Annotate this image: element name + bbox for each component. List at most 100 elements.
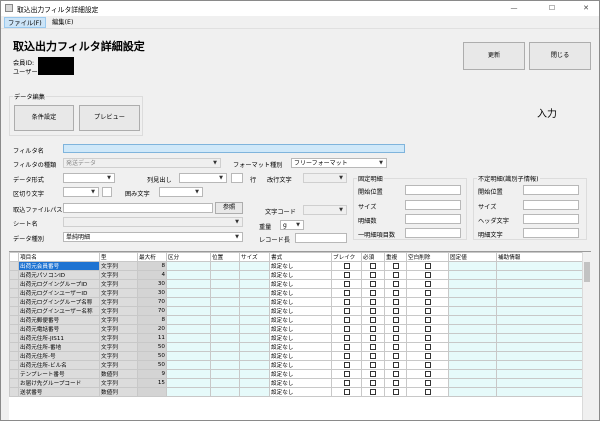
cell-fixed-value[interactable] (448, 387, 497, 397)
cell-position[interactable] (210, 369, 240, 379)
cell-position[interactable] (210, 315, 240, 325)
table-row[interactable]: 出荷元住所-JIS11 文字列 11 設定なし (9, 333, 584, 343)
checkbox[interactable] (370, 307, 376, 314)
cell-break[interactable] (331, 351, 362, 361)
cell-required[interactable] (361, 261, 385, 271)
cell-trim[interactable] (406, 297, 449, 307)
cell-type[interactable]: 文字列 (99, 297, 138, 307)
cell-position[interactable] (210, 279, 240, 289)
minimize-button[interactable]: — (503, 3, 525, 14)
cell-trim[interactable] (406, 279, 449, 289)
data-kind-select[interactable]: 単純明細 ▼ (63, 232, 243, 242)
cell-trim[interactable] (406, 324, 449, 334)
cell-trim[interactable] (406, 333, 449, 343)
checkbox[interactable] (424, 325, 431, 332)
checkbox[interactable] (424, 379, 431, 386)
char-code-select[interactable]: ▼ (303, 205, 347, 215)
cell-position[interactable] (210, 261, 240, 271)
checkbox[interactable] (392, 307, 399, 314)
cell-category[interactable] (166, 270, 211, 280)
cell-break[interactable] (331, 306, 362, 316)
condition-setting-button[interactable]: 条件設定 (14, 105, 74, 131)
cell-type[interactable]: 文字列 (99, 324, 138, 334)
cell-fixed-value[interactable] (448, 288, 497, 298)
sheet-name-select[interactable]: ▼ (63, 217, 243, 227)
checkbox[interactable] (392, 271, 399, 278)
checkbox[interactable] (392, 280, 399, 287)
checkbox[interactable] (343, 307, 350, 314)
cell-name[interactable]: 出荷元電話番号 (18, 324, 100, 334)
cell-type[interactable]: 数値列 (99, 387, 138, 397)
cell-break[interactable] (331, 342, 362, 352)
checkbox[interactable] (370, 325, 376, 332)
cell-required[interactable] (361, 387, 385, 397)
cell-trim[interactable] (406, 360, 449, 370)
table-row[interactable]: 送状番号 数値列 設定なし (9, 387, 584, 397)
cell-size[interactable] (239, 288, 270, 298)
cell-fixed-value[interactable] (448, 351, 497, 361)
header-row-input[interactable] (231, 173, 243, 183)
cell-trim[interactable] (406, 369, 449, 379)
cell-type[interactable]: 文字列 (99, 315, 138, 325)
checkbox[interactable] (343, 316, 350, 323)
cell-fixed-value[interactable] (448, 279, 497, 289)
format-type-select[interactable]: フリーフォーマット ▼ (291, 158, 387, 168)
col-header-trim[interactable]: 空白削除 (406, 252, 449, 262)
checkbox[interactable] (392, 388, 399, 395)
cell-fixed-value[interactable] (448, 333, 497, 343)
close-window-button[interactable]: ✕ (575, 3, 597, 14)
row-header-cell[interactable] (9, 333, 19, 343)
row-header-cell[interactable] (9, 378, 19, 388)
cell-trim[interactable] (406, 288, 449, 298)
cell-category[interactable] (166, 360, 211, 370)
cell-name[interactable]: テンプレート番号 (18, 369, 100, 379)
close-button[interactable]: 閉じる (529, 42, 591, 70)
checkbox[interactable] (343, 298, 350, 305)
cell-required[interactable] (361, 324, 385, 334)
cell-type[interactable]: 文字列 (99, 279, 138, 289)
checkbox[interactable] (424, 361, 431, 368)
table-row[interactable]: 出荷元ログイングループ名称 文字列 70 設定なし (9, 297, 584, 307)
row-header-cell[interactable] (9, 270, 19, 280)
cell-category[interactable] (166, 279, 211, 289)
table-row[interactable]: 出荷元郵便番号 文字列 8 設定なし (9, 315, 584, 325)
cell-position[interactable] (210, 360, 240, 370)
cell-fixed-value[interactable] (448, 315, 497, 325)
checkbox[interactable] (392, 289, 399, 296)
cell-required[interactable] (361, 333, 385, 343)
cell-name[interactable]: 出荷元パソコンID (18, 270, 100, 280)
cell-required[interactable] (361, 360, 385, 370)
cell-type[interactable]: 文字列 (99, 360, 138, 370)
cell-max-digits[interactable]: 70 (137, 306, 167, 316)
checkbox[interactable] (392, 343, 399, 350)
cell-max-digits[interactable]: 9 (137, 369, 167, 379)
cell-size[interactable] (239, 270, 270, 280)
cell-category[interactable] (166, 378, 211, 388)
row-header-cell[interactable] (9, 369, 19, 379)
cell-format[interactable]: 設定なし (269, 306, 332, 316)
cell-max-digits[interactable]: 50 (137, 342, 167, 352)
checkbox[interactable] (392, 361, 399, 368)
import-path-input[interactable] (63, 203, 213, 213)
row-header-cell[interactable] (9, 324, 19, 334)
cell-duplicate[interactable] (384, 342, 407, 352)
delimiter-select[interactable]: ▼ (63, 187, 99, 197)
variable-start-input[interactable] (523, 185, 579, 195)
checkbox[interactable] (424, 271, 431, 278)
row-header-cell[interactable] (9, 306, 19, 316)
col-header-type[interactable]: 型 (99, 252, 138, 262)
cell-max-digits[interactable]: 15 (137, 378, 167, 388)
checkbox[interactable] (424, 352, 431, 359)
cell-duplicate[interactable] (384, 306, 407, 316)
cell-position[interactable] (210, 342, 240, 352)
cell-size[interactable] (239, 279, 270, 289)
cell-fixed-value[interactable] (448, 324, 497, 334)
checkbox[interactable] (370, 280, 376, 287)
cell-fixed-value[interactable] (448, 342, 497, 352)
cell-trim[interactable] (406, 270, 449, 280)
cell-trim[interactable] (406, 315, 449, 325)
cell-name[interactable]: 出荷元ログイングループ名称 (18, 297, 100, 307)
cell-max-digits[interactable]: 50 (137, 351, 167, 361)
cell-type[interactable]: 文字列 (99, 351, 138, 361)
col-header-category[interactable]: 区分 (166, 252, 211, 262)
